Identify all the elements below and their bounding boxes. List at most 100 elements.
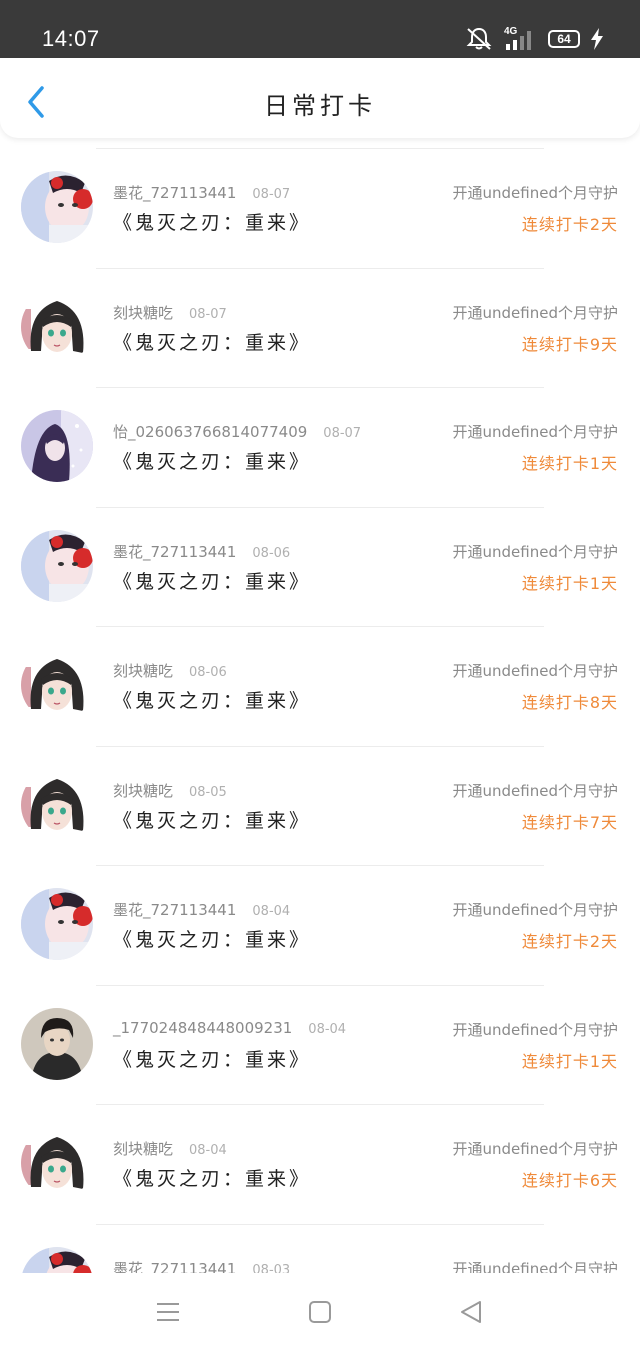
checkin-date: 08-03 — [252, 1262, 291, 1274]
username: 刻块糖吃 08-06 — [113, 660, 227, 681]
status-icons: 4G 64 — [464, 24, 604, 54]
username: 墨花_727113441 08-03 — [113, 1258, 290, 1274]
guard-info: 开通undefined个月守护 — [452, 1259, 618, 1274]
book-title: 《鬼灭之刃：重来》 — [113, 1168, 312, 1190]
avatar[interactable] — [21, 1127, 93, 1199]
status-bar: 14:07 4G 64 — [0, 0, 640, 58]
checkin-date: 08-07 — [252, 187, 291, 202]
list-item[interactable]: 刻块糖吃 08-04 《鬼灭之刃：重来》 开通undefined个月守护 连续打卡… — [0, 1104, 640, 1224]
avatar[interactable] — [21, 888, 93, 960]
row-divider — [96, 865, 544, 866]
system-nav-bar — [0, 1273, 640, 1351]
row-divider — [96, 148, 544, 149]
username-text: 墨花_727113441 — [113, 1259, 237, 1274]
username-text: 刻块糖吃 — [113, 1140, 174, 1158]
username: 墨花_727113441 08-06 — [113, 541, 290, 562]
username: _177024848448009231 08-04 — [113, 1019, 346, 1037]
guard-info: 开通undefined个月守护 — [452, 303, 618, 322]
avatar[interactable] — [21, 768, 93, 841]
checkin-date: 08-04 — [308, 1021, 347, 1037]
home-square-icon[interactable] — [307, 1299, 333, 1325]
guard-info: 开通undefined个月守护 — [452, 184, 618, 202]
guard-info: 开通undefined个月守护 — [452, 662, 618, 680]
book-title: 《鬼灭之刃：重来》 — [113, 331, 312, 354]
list-item[interactable]: 墨花_727113441 08-07 《鬼灭之刃：重来》 开通undefined个… — [0, 148, 640, 268]
row-divider — [96, 1104, 544, 1105]
book-title: 《鬼灭之刃：重来》 — [113, 809, 312, 832]
checkin-date: 08-06 — [252, 545, 291, 561]
list-item[interactable]: _177024848448009231 08-04 《鬼灭之刃：重来》 开通und… — [0, 984, 640, 1105]
username: 墨花_727113441 08-07 — [113, 182, 290, 203]
checkin-date: 08-05 — [189, 784, 227, 800]
streak-badge: 连续打卡2天 — [521, 932, 618, 951]
checkin-list[interactable]: 墨花_727113441 08-07 《鬼灭之刃：重来》 开通undefined个… — [0, 148, 640, 1273]
avatar[interactable] — [21, 290, 93, 363]
guard-info: 开通undefined个月守护 — [452, 542, 618, 561]
guard-info: 开通undefined个月守护 — [452, 901, 618, 919]
username-text: _177024848448009231 — [113, 1018, 293, 1037]
row-divider — [96, 387, 544, 388]
guard-info: 开通undefined个月守护 — [452, 1020, 618, 1039]
book-title: 《鬼灭之刃：重来》 — [113, 212, 312, 234]
list-item[interactable]: 刻块糖吃 08-07 《鬼灭之刃：重来》 开通undefined个月守护 连续打卡… — [0, 267, 640, 388]
page-title: 日常打卡 — [264, 92, 376, 120]
book-title: 《鬼灭之刃：重来》 — [113, 929, 312, 951]
list-item[interactable]: 墨花_727113441 08-04 《鬼灭之刃：重来》 开通undefined个… — [0, 865, 640, 985]
row-divider — [96, 745, 544, 747]
list-item[interactable]: 刻块糖吃 08-06 《鬼灭之刃：重来》 开通undefined个月守护 连续打卡… — [0, 626, 640, 746]
username: 刻块糖吃 08-07 — [113, 302, 227, 323]
row-divider — [96, 984, 544, 986]
charging-icon — [591, 28, 603, 50]
checkin-date: 08-07 — [323, 426, 362, 441]
streak-badge: 连续打卡7天 — [521, 812, 618, 832]
username-text: 刻块糖吃 — [113, 303, 174, 322]
avatar[interactable] — [21, 529, 93, 602]
username: 刻块糖吃 08-04 — [113, 1138, 227, 1159]
list-item[interactable]: 怡_026063766814077409 08-07 《鬼灭之刃：重来》 开通un… — [0, 387, 640, 507]
avatar[interactable] — [21, 649, 93, 721]
book-title: 《鬼灭之刃：重来》 — [113, 1048, 312, 1071]
row-divider — [96, 626, 544, 627]
avatar[interactable] — [21, 410, 93, 482]
username-text: 刻块糖吃 — [113, 781, 174, 800]
streak-badge: 连续打卡6天 — [521, 1171, 618, 1190]
mute-icon — [466, 27, 492, 50]
username-text: 刻块糖吃 — [113, 662, 174, 680]
row-divider — [96, 1223, 544, 1225]
streak-badge: 连续打卡9天 — [521, 334, 618, 354]
username: 刻块糖吃 08-05 — [113, 780, 227, 801]
checkin-date: 08-07 — [189, 306, 227, 322]
list-item[interactable]: 墨花_727113441 08-03 开通undefined个月守护 — [0, 1223, 640, 1274]
book-title: 《鬼灭之刃：重来》 — [113, 451, 312, 473]
streak-badge: 连续打卡2天 — [521, 215, 618, 234]
book-title: 《鬼灭之刃：重来》 — [113, 570, 312, 593]
username-text: 墨花_727113441 — [113, 184, 237, 202]
checkin-date: 08-04 — [252, 904, 291, 919]
username-text: 墨花_727113441 — [113, 901, 237, 919]
page-header: 日常打卡 — [0, 58, 640, 138]
streak-badge: 连续打卡1天 — [521, 1051, 618, 1071]
avatar[interactable] — [21, 1246, 93, 1273]
checkin-date: 08-04 — [189, 1143, 227, 1158]
avatar[interactable] — [21, 171, 93, 243]
row-divider — [96, 506, 544, 508]
row-divider — [96, 267, 544, 269]
guard-info: 开通undefined个月守护 — [452, 423, 618, 441]
battery-icon: 64 — [548, 30, 580, 48]
back-triangle-icon[interactable] — [458, 1299, 484, 1325]
guard-info: 开通undefined个月守护 — [452, 1140, 618, 1158]
book-title: 《鬼灭之刃：重来》 — [113, 690, 312, 712]
status-time: 14:07 — [42, 26, 100, 51]
streak-badge: 连续打卡1天 — [521, 454, 618, 473]
avatar[interactable] — [21, 1007, 93, 1080]
list-item[interactable]: 刻块糖吃 08-05 《鬼灭之刃：重来》 开通undefined个月守护 连续打卡… — [0, 745, 640, 866]
signal-icon: 4G — [504, 26, 538, 52]
streak-badge: 连续打卡8天 — [521, 693, 618, 712]
streak-badge: 连续打卡1天 — [521, 573, 618, 593]
list-item[interactable]: 墨花_727113441 08-06 《鬼灭之刃：重来》 开通undefined个… — [0, 506, 640, 627]
checkin-date: 08-06 — [189, 665, 227, 680]
username-text: 墨花_727113441 — [113, 542, 237, 561]
username: 怡_026063766814077409 08-07 — [113, 421, 361, 442]
menu-icon[interactable] — [155, 1299, 181, 1325]
guard-info: 开通undefined个月守护 — [452, 781, 618, 800]
